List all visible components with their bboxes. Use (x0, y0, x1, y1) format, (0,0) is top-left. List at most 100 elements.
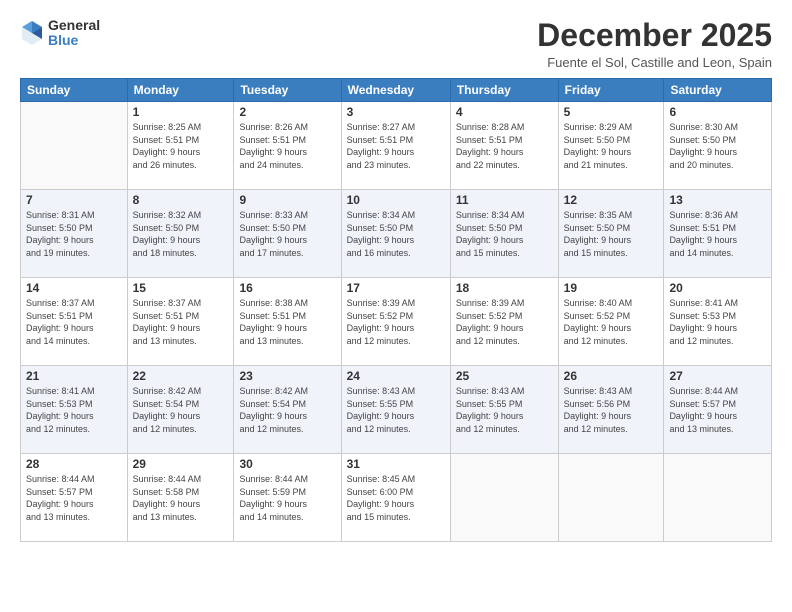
calendar-cell: 16 Sunrise: 8:38 AM Sunset: 5:51 PM Dayli… (234, 278, 341, 366)
logo-general: General (48, 18, 100, 33)
calendar-cell: 1 Sunrise: 8:25 AM Sunset: 5:51 PM Daylig… (127, 102, 234, 190)
calendar-cell: 21 Sunrise: 8:41 AM Sunset: 5:53 PM Dayli… (21, 366, 128, 454)
calendar: SundayMondayTuesdayWednesdayThursdayFrid… (20, 78, 772, 542)
day-number: 22 (133, 369, 229, 383)
day-info: Sunrise: 8:29 AM Sunset: 5:50 PM Dayligh… (564, 121, 659, 171)
day-number: 17 (347, 281, 445, 295)
calendar-cell: 18 Sunrise: 8:39 AM Sunset: 5:52 PM Dayli… (450, 278, 558, 366)
day-info: Sunrise: 8:28 AM Sunset: 5:51 PM Dayligh… (456, 121, 553, 171)
calendar-cell (558, 454, 664, 542)
day-info: Sunrise: 8:34 AM Sunset: 5:50 PM Dayligh… (347, 209, 445, 259)
calendar-cell: 24Sunrise: 8:43 AM Sunset: 5:55 PM Dayli… (341, 366, 450, 454)
day-info: Sunrise: 8:37 AM Sunset: 5:51 PM Dayligh… (133, 297, 229, 347)
calendar-cell (21, 102, 128, 190)
day-info: Sunrise: 8:44 AM Sunset: 5:59 PM Dayligh… (239, 473, 335, 523)
day-number: 26 (564, 369, 659, 383)
day-number: 8 (133, 193, 229, 207)
calendar-cell: 3 Sunrise: 8:27 AM Sunset: 5:51 PM Daylig… (341, 102, 450, 190)
day-info: Sunrise: 8:33 AM Sunset: 5:50 PM Dayligh… (239, 209, 335, 259)
day-number: 15 (133, 281, 229, 295)
day-info: Sunrise: 8:30 AM Sunset: 5:50 PM Dayligh… (669, 121, 766, 171)
day-number: 19 (564, 281, 659, 295)
day-info: Sunrise: 8:44 AM Sunset: 5:57 PM Dayligh… (26, 473, 122, 523)
calendar-body: 1 Sunrise: 8:25 AM Sunset: 5:51 PM Daylig… (21, 102, 772, 542)
day-number: 29 (133, 457, 229, 471)
title-block: December 2025 Fuente el Sol, Castille an… (537, 18, 772, 70)
month-title: December 2025 (537, 18, 772, 53)
logo: General Blue (20, 18, 100, 49)
day-info: Sunrise: 8:31 AM Sunset: 5:50 PM Dayligh… (26, 209, 122, 259)
day-number: 16 (239, 281, 335, 295)
week-row-1: 1 Sunrise: 8:25 AM Sunset: 5:51 PM Daylig… (21, 102, 772, 190)
calendar-cell: 30Sunrise: 8:44 AM Sunset: 5:59 PM Dayli… (234, 454, 341, 542)
calendar-cell: 9 Sunrise: 8:33 AM Sunset: 5:50 PM Daylig… (234, 190, 341, 278)
day-info: Sunrise: 8:38 AM Sunset: 5:51 PM Dayligh… (239, 297, 335, 347)
calendar-cell: 17 Sunrise: 8:39 AM Sunset: 5:52 PM Dayli… (341, 278, 450, 366)
day-number: 3 (347, 105, 445, 119)
day-info: Sunrise: 8:44 AM Sunset: 5:57 PM Dayligh… (669, 385, 766, 435)
day-header-saturday: Saturday (664, 79, 772, 102)
calendar-cell: 12 Sunrise: 8:35 AM Sunset: 5:50 PM Dayli… (558, 190, 664, 278)
week-row-5: 28Sunrise: 8:44 AM Sunset: 5:57 PM Dayli… (21, 454, 772, 542)
logo-text: General Blue (48, 18, 100, 49)
day-info: Sunrise: 8:39 AM Sunset: 5:52 PM Dayligh… (456, 297, 553, 347)
day-number: 10 (347, 193, 445, 207)
day-info: Sunrise: 8:41 AM Sunset: 5:53 PM Dayligh… (26, 385, 122, 435)
day-info: Sunrise: 8:43 AM Sunset: 5:55 PM Dayligh… (456, 385, 553, 435)
calendar-cell: 26 Sunrise: 8:43 AM Sunset: 5:56 PM Dayli… (558, 366, 664, 454)
calendar-cell: 31Sunrise: 8:45 AM Sunset: 6:00 PM Dayli… (341, 454, 450, 542)
calendar-cell: 2Sunrise: 8:26 AM Sunset: 5:51 PM Daylig… (234, 102, 341, 190)
week-row-3: 14Sunrise: 8:37 AM Sunset: 5:51 PM Dayli… (21, 278, 772, 366)
calendar-cell: 27 Sunrise: 8:44 AM Sunset: 5:57 PM Dayli… (664, 366, 772, 454)
day-number: 20 (669, 281, 766, 295)
day-info: Sunrise: 8:35 AM Sunset: 5:50 PM Dayligh… (564, 209, 659, 259)
day-header-friday: Friday (558, 79, 664, 102)
week-row-4: 21 Sunrise: 8:41 AM Sunset: 5:53 PM Dayli… (21, 366, 772, 454)
day-number: 13 (669, 193, 766, 207)
calendar-cell: 5Sunrise: 8:29 AM Sunset: 5:50 PM Daylig… (558, 102, 664, 190)
day-header-monday: Monday (127, 79, 234, 102)
calendar-cell: 22Sunrise: 8:42 AM Sunset: 5:54 PM Dayli… (127, 366, 234, 454)
calendar-cell: 6Sunrise: 8:30 AM Sunset: 5:50 PM Daylig… (664, 102, 772, 190)
header: General Blue December 2025 Fuente el Sol… (20, 18, 772, 70)
day-header-thursday: Thursday (450, 79, 558, 102)
day-number: 18 (456, 281, 553, 295)
calendar-cell: 28Sunrise: 8:44 AM Sunset: 5:57 PM Dayli… (21, 454, 128, 542)
calendar-cell: 15 Sunrise: 8:37 AM Sunset: 5:51 PM Dayli… (127, 278, 234, 366)
logo-icon (20, 19, 44, 47)
day-number: 21 (26, 369, 122, 383)
calendar-header: SundayMondayTuesdayWednesdayThursdayFrid… (21, 79, 772, 102)
day-info: Sunrise: 8:43 AM Sunset: 5:56 PM Dayligh… (564, 385, 659, 435)
calendar-cell: 20Sunrise: 8:41 AM Sunset: 5:53 PM Dayli… (664, 278, 772, 366)
calendar-cell (450, 454, 558, 542)
calendar-cell: 23Sunrise: 8:42 AM Sunset: 5:54 PM Dayli… (234, 366, 341, 454)
calendar-cell: 4Sunrise: 8:28 AM Sunset: 5:51 PM Daylig… (450, 102, 558, 190)
day-number: 2 (239, 105, 335, 119)
day-info: Sunrise: 8:39 AM Sunset: 5:52 PM Dayligh… (347, 297, 445, 347)
day-info: Sunrise: 8:36 AM Sunset: 5:51 PM Dayligh… (669, 209, 766, 259)
day-number: 7 (26, 193, 122, 207)
day-header-tuesday: Tuesday (234, 79, 341, 102)
day-info: Sunrise: 8:34 AM Sunset: 5:50 PM Dayligh… (456, 209, 553, 259)
day-info: Sunrise: 8:27 AM Sunset: 5:51 PM Dayligh… (347, 121, 445, 171)
location: Fuente el Sol, Castille and Leon, Spain (537, 55, 772, 70)
day-info: Sunrise: 8:44 AM Sunset: 5:58 PM Dayligh… (133, 473, 229, 523)
day-number: 1 (133, 105, 229, 119)
calendar-cell (664, 454, 772, 542)
calendar-cell: 8Sunrise: 8:32 AM Sunset: 5:50 PM Daylig… (127, 190, 234, 278)
day-info: Sunrise: 8:45 AM Sunset: 6:00 PM Dayligh… (347, 473, 445, 523)
calendar-cell: 11 Sunrise: 8:34 AM Sunset: 5:50 PM Dayli… (450, 190, 558, 278)
calendar-cell: 14Sunrise: 8:37 AM Sunset: 5:51 PM Dayli… (21, 278, 128, 366)
day-info: Sunrise: 8:40 AM Sunset: 5:52 PM Dayligh… (564, 297, 659, 347)
day-number: 12 (564, 193, 659, 207)
day-number: 25 (456, 369, 553, 383)
header-row: SundayMondayTuesdayWednesdayThursdayFrid… (21, 79, 772, 102)
logo-blue: Blue (48, 33, 100, 48)
page: General Blue December 2025 Fuente el Sol… (0, 0, 792, 612)
day-number: 27 (669, 369, 766, 383)
day-number: 11 (456, 193, 553, 207)
day-info: Sunrise: 8:25 AM Sunset: 5:51 PM Dayligh… (133, 121, 229, 171)
calendar-cell: 25 Sunrise: 8:43 AM Sunset: 5:55 PM Dayli… (450, 366, 558, 454)
calendar-cell: 13 Sunrise: 8:36 AM Sunset: 5:51 PM Dayli… (664, 190, 772, 278)
day-number: 9 (239, 193, 335, 207)
